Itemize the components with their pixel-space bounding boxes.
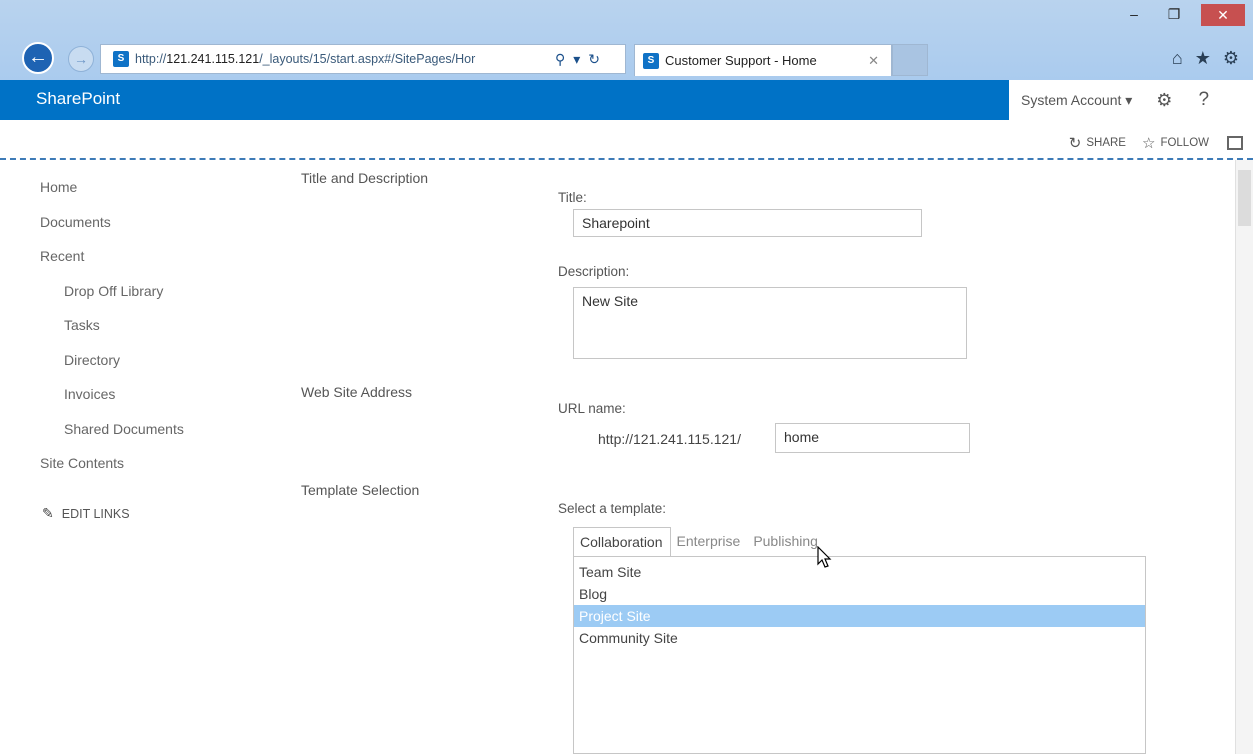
home-icon[interactable]: ⌂	[1172, 48, 1183, 69]
browser-tab[interactable]: S Customer Support - Home ✕	[634, 44, 892, 76]
page-actions: ↻ SHARE ☆ FOLLOW	[1053, 134, 1243, 152]
restore-button[interactable]: ❐	[1161, 5, 1187, 25]
star-outline-icon: ☆	[1141, 135, 1156, 152]
favorites-icon[interactable]: ★	[1195, 48, 1211, 69]
url-name-input[interactable]: home	[775, 423, 970, 453]
section-title-description: Title and Description	[301, 170, 429, 186]
address-tools: ⚲ ▾ ↻	[555, 51, 600, 68]
template-tab-publishing[interactable]: Publishing	[747, 527, 825, 557]
forward-button[interactable]: →	[68, 46, 94, 72]
back-button[interactable]: ←	[22, 42, 54, 74]
title-input[interactable]: Sharepoint	[573, 209, 922, 237]
nav-item-invoices[interactable]: Invoices	[40, 384, 184, 419]
quick-launch: Home Documents Recent Drop Off Library Tasks…	[40, 177, 184, 488]
close-window-button[interactable]: ✕	[1201, 4, 1245, 26]
new-tab-button[interactable]	[892, 44, 928, 76]
nav-item-drop-off-library[interactable]: Drop Off Library	[40, 281, 184, 316]
template-option[interactable]: Team Site	[574, 561, 1145, 583]
nav-item-site-contents[interactable]: Site Contents	[40, 453, 184, 488]
pencil-icon: ✎	[42, 505, 54, 521]
refresh-icon[interactable]: ↻	[588, 51, 600, 68]
edit-links-button[interactable]: ✎ EDIT LINKS	[42, 505, 130, 522]
template-option[interactable]: Project Site	[574, 605, 1145, 627]
search-icon[interactable]: ⚲	[555, 51, 565, 68]
sharepoint-favicon-icon: S	[113, 51, 129, 67]
section-template-selection: Template Selection	[301, 482, 420, 498]
minimize-button[interactable]: –	[1121, 5, 1147, 25]
url-scheme: http://	[135, 52, 167, 66]
nav-item-directory[interactable]: Directory	[40, 350, 184, 385]
share-icon: ↻	[1068, 135, 1082, 152]
url-host: 121.241.115.121	[166, 52, 260, 66]
nav-item-documents[interactable]: Documents	[40, 212, 184, 247]
template-tab-enterprise[interactable]: Enterprise	[671, 527, 748, 557]
url-path: /_layouts/15/start.aspx#/SitePages/Hor	[259, 52, 476, 66]
page-scrollbar[interactable]	[1235, 160, 1253, 754]
follow-label: FOLLOW	[1160, 137, 1209, 149]
select-template-label: Select a template:	[558, 501, 667, 516]
sharepoint-brand[interactable]: SharePoint	[36, 89, 120, 109]
template-tabs: Collaboration Enterprise Publishing	[573, 527, 825, 557]
ribbon-divider	[0, 158, 1253, 160]
tab-close-icon[interactable]: ✕	[868, 53, 879, 69]
template-option[interactable]: Blog	[574, 583, 1145, 605]
description-label: Description:	[558, 264, 630, 279]
share-button[interactable]: ↻ SHARE	[1069, 134, 1126, 152]
settings-gear-icon[interactable]: ⚙	[1156, 90, 1172, 111]
nav-item-recent[interactable]: Recent	[40, 246, 184, 281]
nav-item-home[interactable]: Home	[40, 177, 184, 212]
user-menu[interactable]: System Account ▾	[1021, 92, 1132, 109]
template-listbox[interactable]: Team Site Blog Project Site Community Site	[573, 556, 1146, 754]
template-tab-collaboration[interactable]: Collaboration	[573, 527, 671, 557]
suite-bar: SharePoint System Account ▾ ⚙ ?	[0, 80, 1253, 120]
edit-links-label: EDIT LINKS	[61, 506, 130, 521]
forward-arrow-icon: →	[74, 51, 88, 67]
address-url[interactable]: http://121.241.115.121/_layouts/15/start…	[135, 52, 547, 66]
tools-icon[interactable]: ⚙	[1223, 48, 1239, 69]
title-label: Title:	[558, 190, 587, 205]
scrollbar-thumb[interactable]	[1238, 170, 1251, 226]
mouse-cursor-icon	[817, 546, 832, 568]
nav-item-shared-documents[interactable]: Shared Documents	[40, 419, 184, 454]
address-dropdown-icon[interactable]: ▾	[573, 51, 580, 68]
share-label: SHARE	[1086, 137, 1126, 149]
nav-item-tasks[interactable]: Tasks	[40, 315, 184, 350]
section-web-address: Web Site Address	[301, 384, 413, 400]
follow-button[interactable]: ☆ FOLLOW	[1142, 134, 1209, 152]
back-arrow-icon: ←	[28, 46, 48, 68]
focus-on-content-icon[interactable]	[1227, 136, 1243, 150]
url-prefix: http://121.241.115.121/	[598, 431, 741, 447]
template-option[interactable]: Community Site	[574, 627, 1145, 649]
browser-titlebar: – ❐ ✕ ← → S http://121.241.115.121/_layo…	[0, 0, 1253, 80]
url-name-label: URL name:	[558, 401, 626, 416]
address-bar[interactable]: S http://121.241.115.121/_layouts/15/sta…	[100, 44, 626, 74]
tab-title: Customer Support - Home	[665, 53, 817, 68]
sharepoint-favicon-icon: S	[643, 52, 659, 69]
window-controls: – ❐ ✕	[1121, 4, 1245, 26]
user-area: System Account ▾ ⚙ ?	[1009, 80, 1253, 120]
description-textarea[interactable]: New Site	[573, 287, 967, 359]
help-icon[interactable]: ?	[1198, 89, 1209, 111]
browser-toolbar-icons: ⌂ ★ ⚙	[1172, 48, 1239, 69]
